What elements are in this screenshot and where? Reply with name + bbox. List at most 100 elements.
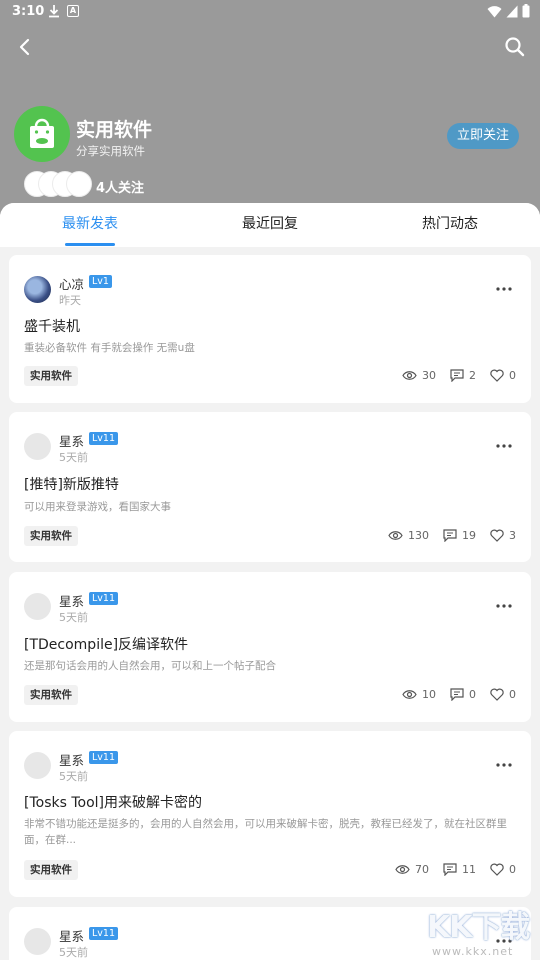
tab-bar: 最新发表 最近回复 热门动态 — [0, 203, 540, 247]
level-badge: Lv11 — [89, 927, 119, 940]
comments-stat[interactable]: 11 — [443, 863, 476, 876]
post-summary: 可以用来登录游戏，看国家大事 — [24, 501, 171, 513]
views-count: 70 — [415, 863, 429, 876]
comments-count: 11 — [462, 863, 476, 876]
likes-count: 3 — [509, 529, 516, 542]
category-tag[interactable]: 实用软件 — [24, 366, 78, 386]
author-name[interactable]: 星系 — [59, 431, 84, 450]
post-feed: 最新发表 最近回复 热门动态 心凉 Lv1 昨天 盛千装机 重装必备软件 有手就… — [0, 203, 540, 960]
views-count: 30 — [422, 369, 436, 382]
level-badge: Lv11 — [89, 751, 119, 764]
heart-icon — [490, 863, 504, 876]
post-time: 5天前 — [59, 946, 88, 959]
author-name[interactable]: 星系 — [59, 591, 84, 610]
download-icon — [49, 5, 59, 18]
comments-stat[interactable]: 19 — [443, 529, 476, 542]
author-avatar[interactable] — [24, 593, 51, 620]
post-time: 5天前 — [59, 611, 88, 624]
follower-count[interactable]: 4人关注 — [96, 177, 144, 196]
group-name: 实用软件 — [76, 119, 153, 141]
category-tag[interactable]: 实用软件 — [24, 685, 78, 705]
views-stat: 70 — [395, 863, 429, 876]
author-name[interactable]: 心凉 — [59, 274, 84, 293]
watermark-brand: KK下载 — [427, 910, 530, 945]
group-logo — [14, 106, 70, 162]
post-summary: 还是那句话会用的人自然会用，可以和上一个帖子配合 — [24, 660, 276, 672]
follower-avatar — [66, 171, 92, 197]
comment-icon — [450, 688, 464, 701]
author-name[interactable]: 星系 — [59, 926, 84, 945]
level-badge: Lv11 — [89, 432, 119, 445]
likes-count: 0 — [509, 369, 516, 382]
shopping-bag-icon — [30, 118, 54, 148]
post-card[interactable]: 星系 Lv11 5天前 [推特]新版推特 可以用来登录游戏，看国家大事 实用软件… — [9, 412, 531, 562]
post-title: [推特]新版推特 — [24, 477, 119, 493]
more-options-icon[interactable] — [492, 598, 516, 614]
post-title: [TDecompile]反编译软件 — [24, 637, 189, 653]
wifi-icon — [487, 5, 502, 17]
likes-stat[interactable]: 0 — [490, 863, 516, 876]
category-tag[interactable]: 实用软件 — [24, 860, 78, 880]
views-stat: 10 — [402, 688, 436, 701]
comments-stat[interactable]: 0 — [450, 688, 476, 701]
post-time: 昨天 — [59, 294, 81, 307]
author-avatar[interactable] — [24, 928, 51, 955]
author-avatar[interactable] — [24, 752, 51, 779]
post-card[interactable]: 心凉 Lv1 昨天 盛千装机 重装必备软件 有手就会操作 无需u盘 实用软件 3… — [9, 255, 531, 403]
level-badge: Lv11 — [89, 592, 119, 605]
status-indicators — [487, 4, 530, 18]
post-time: 5天前 — [59, 770, 88, 783]
heart-icon — [490, 688, 504, 701]
more-options-icon[interactable] — [492, 438, 516, 454]
post-title: [Tosks Tool]用来破解卡密的 — [24, 795, 203, 811]
category-tag[interactable]: 实用软件 — [24, 526, 78, 546]
back-arrow-icon[interactable] — [12, 34, 38, 60]
comment-icon — [443, 529, 457, 542]
more-options-icon[interactable] — [492, 281, 516, 297]
search-icon[interactable] — [502, 34, 528, 60]
likes-stat[interactable]: 0 — [490, 369, 516, 382]
post-stats: 70 11 0 — [395, 863, 516, 876]
post-summary: 非常不错功能还是挺多的，会用的人自然会用，可以用来破解卡密，脱壳，教程已经发了，… — [24, 818, 507, 846]
comments-count: 19 — [462, 529, 476, 542]
status-bar: 3:10 A — [0, 0, 540, 24]
post-stats: 30 2 0 — [402, 369, 516, 382]
heart-icon — [490, 369, 504, 382]
likes-stat[interactable]: 3 — [490, 529, 516, 542]
author-avatar[interactable] — [24, 276, 51, 303]
eye-icon — [388, 531, 403, 540]
eye-icon — [402, 690, 417, 699]
post-card[interactable]: 星系 Lv11 5天前 [TDecompile]反编译软件 还是那句话会用的人自… — [9, 572, 531, 722]
post-stats: 130 19 3 — [388, 529, 516, 542]
tab-hot-activity[interactable]: 热门动态 — [390, 203, 510, 247]
likes-stat[interactable]: 0 — [490, 688, 516, 701]
comments-stat[interactable]: 2 — [450, 369, 476, 382]
watermark-url: www.kkx.net — [432, 945, 514, 958]
comment-icon — [450, 369, 464, 382]
comments-count: 2 — [469, 369, 476, 382]
more-options-icon[interactable] — [492, 757, 516, 773]
eye-icon — [395, 865, 410, 874]
views-stat: 130 — [388, 529, 429, 542]
active-tab-indicator — [65, 243, 115, 246]
views-count: 130 — [408, 529, 429, 542]
views-count: 10 — [422, 688, 436, 701]
tab-latest-posts[interactable]: 最新发表 — [30, 203, 150, 247]
group-header: 3:10 A 实用软件 分享实用软件 立即关注 4人关注 — [0, 0, 540, 215]
post-card[interactable]: 星系 Lv11 5天前 [Tosks Tool]用来破解卡密的 非常不错功能还是… — [9, 731, 531, 897]
views-stat: 30 — [402, 369, 436, 382]
level-badge: Lv1 — [89, 275, 112, 288]
author-name[interactable]: 星系 — [59, 750, 84, 769]
author-avatar[interactable] — [24, 433, 51, 460]
comments-count: 0 — [469, 688, 476, 701]
status-time: 3:10 — [12, 4, 45, 19]
kk-download-watermark: KK下载 www.kkx.net — [420, 900, 540, 960]
battery-icon — [522, 4, 530, 18]
post-stats: 10 0 0 — [402, 688, 516, 701]
follow-button[interactable]: 立即关注 — [447, 123, 519, 149]
tab-recent-replies[interactable]: 最近回复 — [210, 203, 330, 247]
likes-count: 0 — [509, 688, 516, 701]
comment-icon — [443, 863, 457, 876]
notification-a-icon: A — [67, 5, 79, 17]
heart-icon — [490, 529, 504, 542]
